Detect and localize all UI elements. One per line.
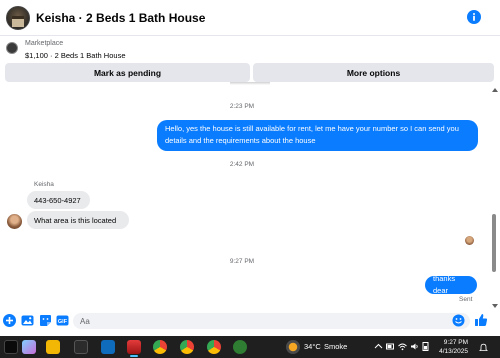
chat-scrollbar[interactable]	[490, 86, 498, 312]
notifications-icon[interactable]	[479, 343, 488, 352]
battery-icon[interactable]	[386, 342, 395, 351]
sender-name: Keisha	[34, 181, 54, 188]
scrollbar-thumb[interactable]	[491, 214, 496, 272]
file-explorer-icon[interactable]	[46, 340, 60, 354]
message-input[interactable]	[73, 313, 470, 329]
listing-detail: $1,100 · 2 Beds 1 Bath House	[25, 51, 126, 60]
outlook-icon[interactable]	[101, 340, 115, 354]
thumbs-up-icon[interactable]	[474, 313, 488, 327]
outgoing-message[interactable]: thanks dear	[425, 274, 477, 295]
active-app-indicator	[130, 355, 138, 357]
clock-time: 9:27 PM	[443, 339, 468, 346]
message-status: Sent	[459, 296, 473, 303]
svg-text:GIF: GIF	[58, 319, 68, 325]
wifi-icon[interactable]	[398, 342, 407, 351]
sticker-icon[interactable]	[39, 314, 52, 327]
volume-icon[interactable]	[410, 342, 419, 351]
start-widgets-icon[interactable]	[4, 340, 18, 354]
outgoing-message[interactable]: Hello, yes the house is still available …	[157, 120, 478, 151]
chat-header: Keisha · 2 Beds 1 Bath House	[0, 0, 500, 36]
seen-indicator-avatar	[465, 236, 474, 245]
listing-thumbnail	[6, 42, 18, 54]
chevron-up-icon[interactable]	[374, 342, 383, 351]
listing-label: Marketplace	[25, 40, 64, 47]
contact-avatar[interactable]	[6, 6, 30, 30]
timestamp: 2:23 PM	[229, 103, 255, 110]
gif-icon[interactable]: GIF	[56, 314, 69, 327]
incoming-message[interactable]: What area is this located	[27, 211, 129, 229]
info-icon[interactable]	[467, 10, 481, 24]
clock-date: 4/13/2025	[439, 348, 468, 355]
sender-avatar[interactable]	[7, 214, 22, 229]
chat-title[interactable]: Keisha · 2 Beds 1 Bath House	[36, 11, 205, 25]
weather-temperature[interactable]: 34°C	[304, 342, 321, 351]
app-icon[interactable]	[74, 340, 88, 354]
emoji-icon[interactable]	[452, 314, 465, 327]
mark-as-pending-button[interactable]: Mark as pending	[5, 63, 250, 82]
plus-circle-icon[interactable]	[3, 314, 16, 327]
battery-status-icon[interactable]	[421, 342, 430, 351]
weather-condition[interactable]: Smoke	[324, 342, 347, 351]
incoming-message[interactable]: 443-650-4927	[27, 191, 90, 209]
chrome-icon[interactable]	[153, 340, 167, 354]
more-options-button[interactable]: More options	[253, 63, 494, 82]
marketplace-listing[interactable]: Marketplace $1,100 · 2 Beds 1 Bath House	[0, 37, 500, 61]
timestamp: 2:42 PM	[229, 161, 255, 168]
scroll-down-arrow-icon[interactable]	[492, 304, 498, 308]
chrome-icon[interactable]	[180, 340, 194, 354]
system-clock[interactable]: 9:27 PM 4/13/2025	[432, 338, 468, 356]
weather-icon[interactable]	[286, 340, 300, 354]
chrome-icon[interactable]	[207, 340, 221, 354]
timestamp: 9:27 PM	[229, 258, 255, 265]
copilot-icon[interactable]	[22, 340, 36, 354]
app-icon[interactable]	[233, 340, 247, 354]
image-icon[interactable]	[21, 314, 34, 327]
app-pinned-icon[interactable]	[127, 340, 141, 354]
scroll-up-arrow-icon[interactable]	[492, 88, 498, 92]
clipped-message-edge	[230, 82, 270, 85]
